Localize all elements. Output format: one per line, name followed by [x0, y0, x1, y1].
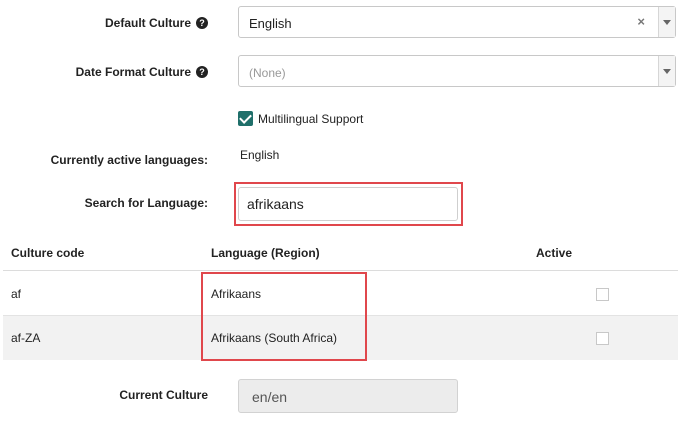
- active-checkbox[interactable]: [596, 332, 609, 345]
- current-culture-label: Current Culture: [119, 388, 208, 402]
- active-languages-label: Currently active languages:: [50, 153, 208, 167]
- culture-code-cell: af: [11, 287, 22, 301]
- clear-icon[interactable]: ×: [637, 14, 645, 29]
- multilingual-support-checkbox[interactable]: [238, 111, 253, 126]
- current-culture-field: en/en: [238, 379, 458, 413]
- default-culture-value: English: [249, 16, 292, 31]
- dropdown-toggle[interactable]: [658, 56, 675, 86]
- chevron-down-icon: [663, 69, 671, 74]
- highlight-box: [201, 272, 367, 361]
- date-format-culture-label: Date Format Culture ?: [76, 65, 208, 79]
- culture-code-cell: af-ZA: [11, 331, 41, 345]
- date-format-culture-select[interactable]: (None): [238, 55, 676, 87]
- date-format-culture-placeholder: (None): [249, 66, 286, 80]
- column-header-active: Active: [536, 246, 573, 260]
- highlight-box: [234, 182, 463, 226]
- chevron-down-icon: [663, 20, 671, 25]
- column-header-culture-code: Culture code: [11, 246, 85, 260]
- column-header-language: Language (Region): [211, 246, 320, 260]
- active-languages-value: English: [240, 148, 280, 162]
- search-language-label: Search for Language:: [84, 196, 208, 210]
- help-icon[interactable]: ?: [196, 66, 208, 78]
- dropdown-toggle[interactable]: [658, 7, 675, 37]
- active-checkbox[interactable]: [596, 288, 609, 301]
- multilingual-support-label[interactable]: Multilingual Support: [258, 112, 363, 126]
- default-culture-label: Default Culture ?: [105, 16, 208, 30]
- default-culture-select[interactable]: English ×: [238, 6, 676, 38]
- help-icon[interactable]: ?: [196, 17, 208, 29]
